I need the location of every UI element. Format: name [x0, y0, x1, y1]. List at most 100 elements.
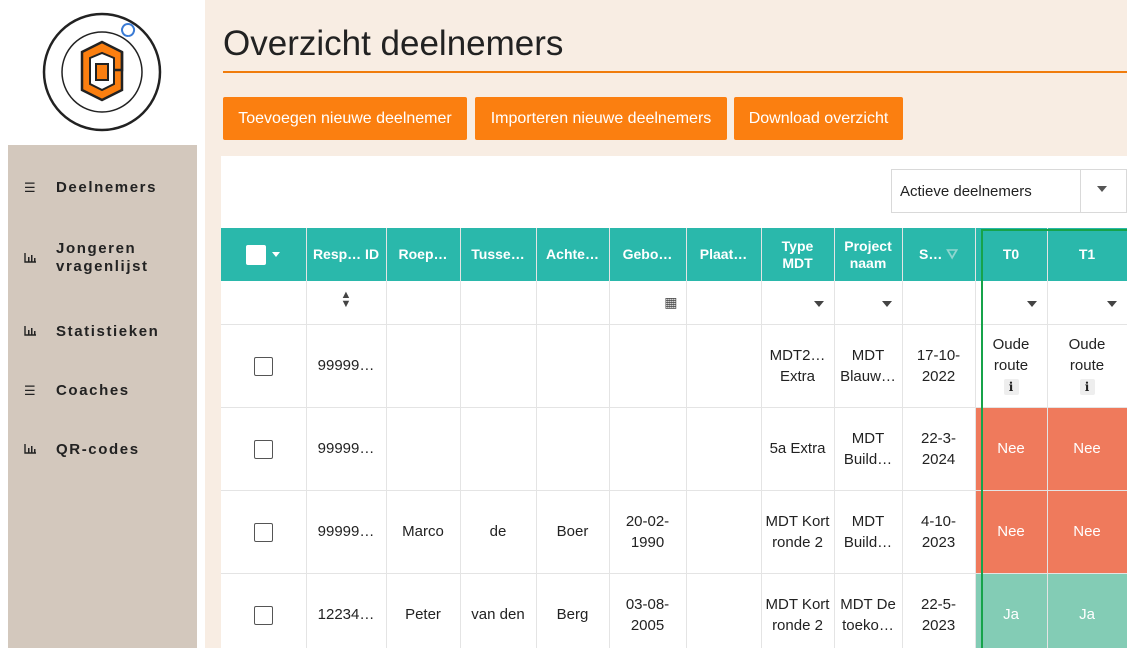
mdt-logo: [42, 12, 162, 132]
cell-project: MDT Build…: [834, 407, 903, 491]
chevron-down-icon[interactable]: [813, 300, 824, 307]
cell-resp-id: 99999…: [306, 490, 387, 574]
cell-t0[interactable]: Ja: [975, 573, 1048, 648]
table-row[interactable]: 99999… 5a Extra MDT Build… 22-3-2024 Nee…: [221, 407, 1127, 491]
cell-startdatum: 22-3-2024: [902, 407, 976, 491]
row-select[interactable]: [221, 573, 307, 648]
title-divider: [223, 71, 1127, 73]
cell-startdatum: 22-5-2023: [902, 573, 976, 648]
sidebar-nav: ☰ Deelnemers Jongeren vragenlijst Statis…: [8, 145, 197, 648]
cell-type-mdt: MDT Kort ronde 2: [761, 573, 835, 648]
chevron-down-icon[interactable]: [881, 300, 892, 307]
cell-achternaam: Berg: [536, 573, 610, 648]
cell-achternaam: [536, 324, 610, 408]
cell-resp-id: 99999…: [306, 324, 387, 408]
col-achternaam[interactable]: Achte…: [536, 228, 610, 281]
filter-t0[interactable]: [975, 281, 1048, 325]
status-filter-select[interactable]: Actieve deelnemers: [891, 169, 1127, 213]
cell-project: MDT De toeko…: [834, 573, 903, 648]
table-panel: Actieve deelnemers Resp… ID Roep… Tusse……: [221, 156, 1127, 648]
filter-row: ▲ ▼ ▦: [221, 281, 1127, 325]
table-row[interactable]: 12234… Peter van den Berg 03-08-2005 MDT…: [221, 573, 1127, 648]
col-t0[interactable]: T0: [975, 228, 1048, 281]
cell-t1[interactable]: Ja: [1047, 573, 1127, 648]
cell-t0[interactable]: Nee: [975, 490, 1048, 574]
chart-icon: [24, 441, 46, 459]
filter-geboortedatum[interactable]: ▦: [609, 281, 687, 325]
filter-resp-id[interactable]: ▲ ▼: [306, 281, 387, 325]
row-select[interactable]: [221, 407, 307, 491]
col-project-naam[interactable]: Project naam: [834, 228, 903, 281]
filter-project[interactable]: [834, 281, 903, 325]
col-tussenvoegsel[interactable]: Tusse…: [460, 228, 537, 281]
cell-tussenvoegsel: [460, 407, 537, 491]
chart-icon: [24, 323, 46, 341]
cell-project: MDT Blauw…: [834, 324, 903, 408]
filter-cell[interactable]: [536, 281, 610, 325]
chevron-down-icon[interactable]: [1097, 186, 1107, 192]
list-icon: ☰: [24, 383, 36, 398]
sidebar-item-label: Jongeren vragenlijst: [56, 240, 149, 275]
sidebar-item-coaches[interactable]: ☰ Coaches: [8, 382, 197, 400]
sort-stepper-icon[interactable]: ▲ ▼: [341, 290, 352, 310]
cell-type-mdt: MDT2… Extra: [761, 324, 835, 408]
select-all-header[interactable]: [221, 228, 307, 281]
filter-type-mdt[interactable]: [761, 281, 835, 325]
table-row[interactable]: 99999… Marco de Boer 20-02-1990 MDT Kort…: [221, 490, 1127, 574]
sidebar-item-jongeren-vragenlijst[interactable]: Jongeren vragenlijst: [8, 240, 197, 276]
chevron-down-icon[interactable]: [272, 252, 281, 257]
chevron-down-icon[interactable]: [1106, 300, 1117, 307]
filter-cell[interactable]: [460, 281, 537, 325]
chevron-down-icon[interactable]: [1026, 300, 1037, 307]
col-resp-id[interactable]: Resp… ID: [306, 228, 387, 281]
cell-tussenvoegsel: [460, 324, 537, 408]
select-all-checkbox[interactable]: [246, 244, 267, 265]
status-filter-value: Actieve deelnemers: [900, 183, 1032, 200]
add-participant-button[interactable]: Toevoegen nieuwe deelnemer: [223, 97, 467, 140]
cell-achternaam: [536, 407, 610, 491]
page-title: Overzicht deelnemers: [223, 24, 564, 63]
cell-t0[interactable]: Nee: [975, 407, 1048, 491]
sidebar-item-qr-codes[interactable]: QR-codes: [8, 441, 197, 459]
calendar-icon[interactable]: ▦: [664, 294, 677, 310]
row-select[interactable]: [221, 490, 307, 574]
cell-roepnaam: Peter: [386, 573, 461, 648]
info-icon[interactable]: i: [1079, 379, 1095, 395]
row-checkbox[interactable]: [253, 439, 273, 459]
sidebar-item-statistieken[interactable]: Statistieken: [8, 323, 197, 341]
row-checkbox[interactable]: [253, 356, 273, 376]
participants-table: Resp… ID Roep… Tusse… Achte… Gebo… Plaat…: [221, 228, 1127, 648]
cell-t1[interactable]: Nee: [1047, 407, 1127, 491]
cell-achternaam: Boer: [536, 490, 610, 574]
cell-plaats: [686, 573, 762, 648]
cell-t0-text: Oude route: [992, 336, 1030, 374]
filter-cell[interactable]: [902, 281, 976, 325]
cell-geboortedatum: [609, 407, 687, 491]
info-icon[interactable]: i: [1003, 379, 1019, 395]
sidebar-item-label: QR-codes: [56, 441, 140, 458]
download-overview-button[interactable]: Download overzicht: [734, 97, 903, 140]
cell-roepnaam: [386, 407, 461, 491]
filter-t1[interactable]: [1047, 281, 1127, 325]
cell-t1[interactable]: Nee: [1047, 490, 1127, 574]
col-startdatum[interactable]: S… ⛛: [902, 228, 976, 281]
sidebar-item-deelnemers[interactable]: ☰ Deelnemers: [8, 179, 197, 197]
filter-cell[interactable]: [686, 281, 762, 325]
col-roepnaam[interactable]: Roep…: [386, 228, 461, 281]
sidebar: ☰ Deelnemers Jongeren vragenlijst Statis…: [0, 0, 205, 648]
row-select[interactable]: [221, 324, 307, 408]
logo: [0, 0, 205, 145]
table-row[interactable]: 99999… MDT2… Extra MDT Blauw… 17-10-2022…: [221, 324, 1127, 408]
col-t1[interactable]: T1: [1047, 228, 1127, 281]
cell-startdatum: 4-10-2023: [902, 490, 976, 574]
row-checkbox[interactable]: [253, 522, 273, 542]
filter-cell[interactable]: [386, 281, 461, 325]
row-checkbox[interactable]: [253, 605, 273, 625]
col-geboortedatum[interactable]: Gebo…: [609, 228, 687, 281]
filter-icon[interactable]: ⛛: [946, 246, 958, 262]
cell-resp-id: 12234…: [306, 573, 387, 648]
col-type-mdt[interactable]: Type MDT: [761, 228, 835, 281]
col-plaats[interactable]: Plaat…: [686, 228, 762, 281]
import-participants-button[interactable]: Importeren nieuwe deelnemers: [475, 97, 727, 140]
cell-t1-text: Oude route: [1068, 336, 1106, 374]
